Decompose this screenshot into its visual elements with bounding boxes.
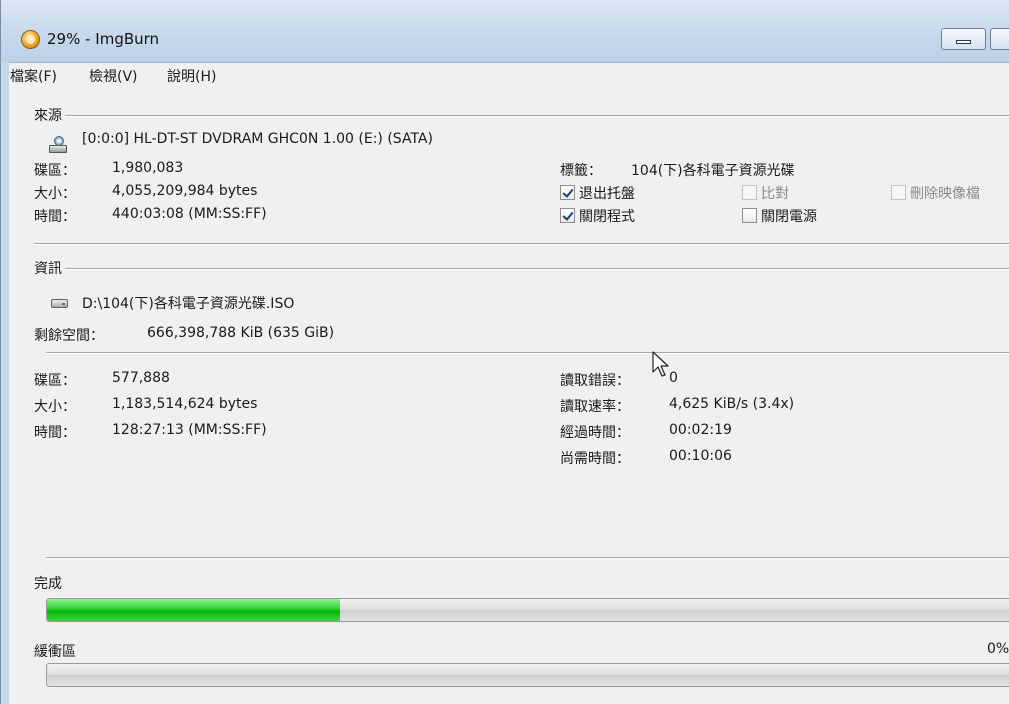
source-size-value: 4,055,209,984 bytes	[112, 183, 258, 199]
info-group-divider	[65, 268, 1009, 270]
source-group-divider	[65, 115, 1009, 117]
remaining-time-value: 00:10:06	[669, 448, 732, 464]
source-time-value: 440:03:08 (MM:SS:FF)	[112, 206, 267, 222]
close-program-label: 關閉程式	[579, 209, 635, 225]
eject-tray-label: 退出托盤	[579, 186, 635, 202]
buffer-progress-bar	[46, 663, 1009, 687]
maximize-button[interactable]	[990, 28, 1009, 50]
menu-file[interactable]: 檔案(F)	[10, 66, 57, 86]
read-rate-value: 4,625 KiB/s (3.4x)	[669, 396, 795, 412]
shutdown-label: 關閉電源	[761, 209, 817, 225]
source-sectors-label: 碟區：	[34, 163, 76, 179]
source-time-label: 時間：	[34, 209, 76, 225]
read-errors-label: 讀取錯誤：	[560, 373, 630, 389]
verify-checkbox[interactable]	[742, 185, 757, 200]
volume-label-label: 標籤：	[560, 163, 602, 179]
optical-drive-icon	[49, 136, 67, 154]
imgburn-app-icon	[21, 30, 40, 49]
delete-image-label: 刪除映像檔	[910, 186, 980, 202]
info-size-value: 1,183,514,624 bytes	[112, 396, 258, 412]
info-sectors-label: 碟區：	[34, 373, 76, 389]
info-time-value: 128:27:13 (MM:SS:FF)	[112, 422, 267, 438]
source-sectors-value: 1,980,083	[112, 160, 184, 176]
window-title: 29% - ImgBurn	[47, 30, 160, 48]
mouse-cursor-icon	[652, 351, 669, 377]
menu-view[interactable]: 檢視(V)	[89, 66, 138, 86]
read-rate-label: 讀取速率：	[560, 399, 630, 415]
hard-drive-icon	[51, 299, 68, 308]
info-size-label: 大小：	[34, 399, 76, 415]
buffer-label: 緩衝區	[34, 644, 76, 660]
source-size-label: 大小：	[34, 186, 76, 202]
menu-bar: 檔案(F) 檢視(V) 說明(H)	[9, 63, 1009, 86]
verify-label: 比對	[761, 186, 789, 202]
info-time-label: 時間：	[34, 425, 76, 441]
source-group-label: 來源	[34, 108, 62, 124]
remaining-time-label: 尚需時間：	[560, 451, 630, 467]
progress-divider	[46, 557, 1009, 559]
buffer-percent: 0%	[987, 641, 1009, 657]
group-separator	[34, 243, 1009, 245]
minimize-button[interactable]	[941, 28, 986, 50]
delete-image-checkbox[interactable]	[891, 185, 906, 200]
menu-help[interactable]: 說明(H)	[167, 66, 216, 86]
complete-progress-fill	[47, 599, 341, 621]
volume-label-value: 104(下)各科電子資源光碟	[631, 163, 795, 179]
shutdown-checkbox[interactable]	[742, 208, 757, 223]
eject-tray-checkbox[interactable]	[560, 185, 575, 200]
complete-progress-bar	[46, 598, 1009, 622]
source-drive: [0:0:0] HL-DT-ST DVDRAM GHC0N 1.00 (E:) …	[82, 131, 433, 147]
elapsed-time-value: 00:02:19	[669, 422, 732, 438]
info-sectors-value: 577,888	[112, 370, 170, 386]
info-group-label: 資訊	[34, 261, 62, 277]
client-area: 檔案(F) 檢視(V) 說明(H) 來源 [0:0:0] HL-DT-ST DV…	[9, 62, 1009, 704]
free-space-value: 666,398,788 KiB (635 GiB)	[147, 325, 335, 341]
close-program-checkbox[interactable]	[560, 208, 575, 223]
destination-file: D:\104(下)各科電子資源光碟.ISO	[82, 296, 295, 312]
elapsed-time-label: 經過時間：	[560, 425, 630, 441]
complete-label: 完成	[34, 576, 62, 592]
info-divider	[46, 352, 1009, 354]
app-window-frame: 29% - ImgBurn 檔案(F) 檢視(V) 說明(H) 來源 [0:0:…	[0, 0, 1009, 704]
title-bar[interactable]: 29% - ImgBurn	[1, 0, 1009, 62]
free-space-label: 剩餘空間：	[34, 328, 104, 344]
